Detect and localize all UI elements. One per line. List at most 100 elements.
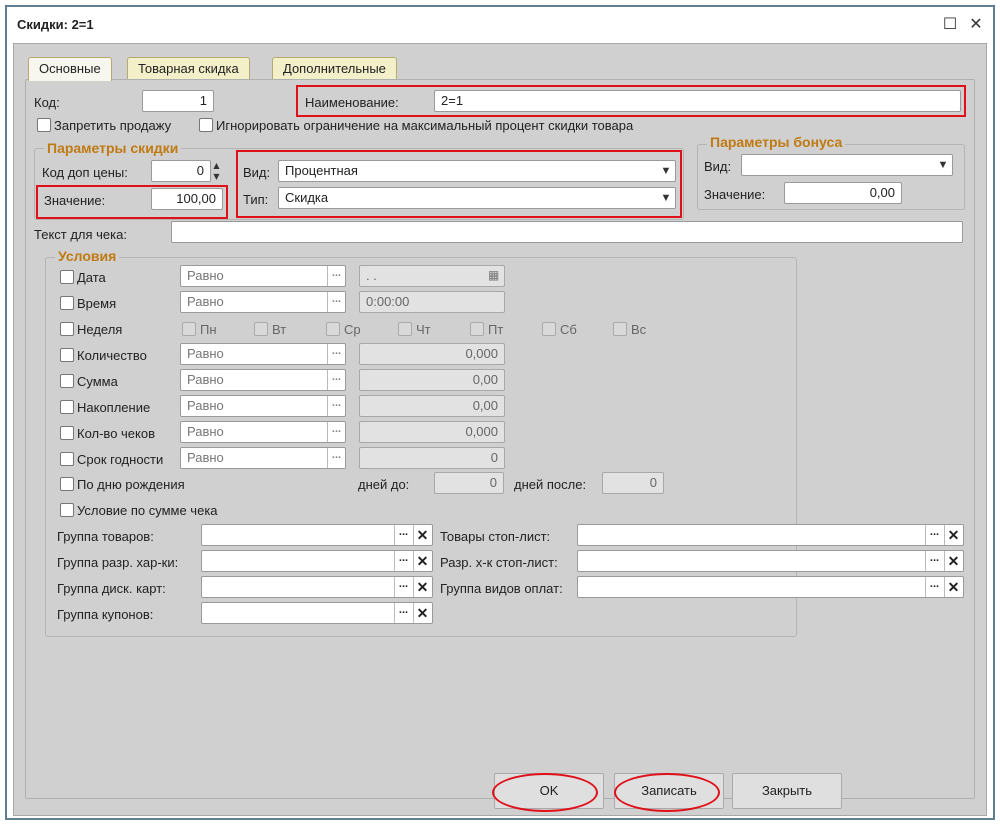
birthday-label: По дню рождения (77, 477, 185, 492)
group-label: Группа диск. карт: (57, 581, 166, 596)
weekday-checkbox[interactable] (398, 322, 412, 336)
spin-icon[interactable]: ▲ ▼ (210, 160, 223, 182)
weekday-checkbox[interactable] (326, 322, 340, 336)
weekday-label: Сб (560, 322, 577, 337)
tab-main[interactable]: Основные (28, 57, 112, 81)
condition-operator[interactable]: Равно (180, 395, 346, 417)
weekday-label: Пн (200, 322, 217, 337)
condition-checkbox[interactable] (60, 374, 74, 388)
check-text-label: Текст для чека: (34, 227, 127, 242)
bonus-params-title: Параметры бонуса (707, 134, 846, 150)
condition-checkbox[interactable] (60, 348, 74, 362)
ellipsis-icon[interactable]: ... (925, 577, 943, 597)
stoplist-field[interactable] (577, 550, 964, 572)
weekday-checkbox[interactable] (254, 322, 268, 336)
condition-value[interactable]: 0,00 (359, 395, 505, 417)
vid-label: Вид: (243, 165, 271, 180)
value-label: Значение: (44, 193, 106, 208)
bonus-value-label: Значение: (704, 187, 766, 202)
ellipsis-icon[interactable]: ... (925, 551, 943, 571)
chevron-down-icon[interactable]: ▼ (657, 189, 675, 207)
close-button[interactable]: Закрыть (732, 773, 842, 809)
condition-checkbox[interactable] (60, 270, 74, 284)
condition-label: Количество (77, 348, 147, 363)
tab-additional[interactable]: Дополнительные (272, 57, 397, 79)
days-after-field[interactable]: 0 (602, 472, 664, 494)
stoplist-field[interactable] (577, 576, 964, 598)
condition-value[interactable]: 0,000 (359, 421, 505, 443)
code-field[interactable]: 1 (142, 90, 214, 112)
condition-checkbox[interactable] (60, 400, 74, 414)
name-field[interactable]: 2=1 (434, 90, 961, 112)
birthday-checkbox[interactable] (60, 477, 74, 491)
vid-select[interactable]: Процентная (278, 160, 676, 182)
ellipsis-icon[interactable]: ... (327, 396, 345, 416)
forbid-sale-checkbox[interactable] (37, 118, 51, 132)
check-sum-checkbox[interactable] (60, 503, 74, 517)
tab-product-discount[interactable]: Товарная скидка (127, 57, 250, 79)
weekday-label: Ср (344, 322, 361, 337)
ellipsis-icon[interactable]: ... (327, 370, 345, 390)
discount-window: Скидки: 2=1 ☐ ✕ Основные Товарная скидка… (5, 5, 995, 820)
days-before-field[interactable]: 0 (434, 472, 504, 494)
chevron-down-icon[interactable]: ▼ (657, 162, 675, 180)
maximize-icon[interactable]: ☐ (939, 13, 961, 35)
condition-operator[interactable]: Равно (180, 265, 346, 287)
ellipsis-icon[interactable]: ... (394, 603, 412, 623)
check-text-field[interactable] (171, 221, 963, 243)
weekday-checkbox[interactable] (182, 322, 196, 336)
weekday-label: Вс (631, 322, 647, 337)
condition-checkbox[interactable] (60, 426, 74, 440)
condition-operator[interactable]: Равно (180, 447, 346, 469)
condition-operator[interactable]: Равно (180, 421, 346, 443)
ok-highlight (492, 773, 598, 812)
clear-icon[interactable]: ✕ (413, 603, 431, 623)
weekday-checkbox[interactable] (613, 322, 627, 336)
condition-operator[interactable]: Равно (180, 343, 346, 365)
tip-select[interactable]: Скидка (278, 187, 676, 209)
ellipsis-icon[interactable]: ... (394, 551, 412, 571)
bonus-vid-select[interactable] (741, 154, 953, 176)
condition-value[interactable]: 0,00 (359, 369, 505, 391)
clear-icon[interactable]: ✕ (413, 525, 431, 545)
stoplist-field[interactable] (577, 524, 964, 546)
clear-icon[interactable]: ✕ (944, 577, 962, 597)
clear-icon[interactable]: ✕ (944, 551, 962, 571)
price-code-field[interactable]: 0 (151, 160, 211, 182)
clear-icon[interactable]: ✕ (413, 577, 431, 597)
days-before-label: дней до: (358, 477, 410, 492)
chevron-down-icon[interactable]: ▼ (934, 156, 952, 174)
condition-operator[interactable]: Равно (180, 291, 346, 313)
condition-label: Время (77, 296, 117, 311)
clear-icon[interactable]: ✕ (413, 551, 431, 571)
ellipsis-icon[interactable]: ... (327, 292, 345, 312)
condition-checkbox[interactable] (60, 296, 74, 310)
ellipsis-icon[interactable]: ... (327, 344, 345, 364)
condition-value[interactable]: 0 (359, 447, 505, 469)
weekday-checkbox[interactable] (470, 322, 484, 336)
ellipsis-icon[interactable]: ... (327, 266, 345, 286)
condition-value[interactable]: 0,000 (359, 343, 505, 365)
week-label: Неделя (77, 322, 123, 337)
condition-value[interactable]: . . (359, 265, 505, 287)
value-field[interactable]: 100,00 (151, 188, 223, 210)
condition-value[interactable]: 0:00:00 (359, 291, 505, 313)
condition-label: Кол-во чеков (77, 426, 156, 441)
stoplist-label: Разр. х-к стоп-лист: (440, 555, 558, 570)
ignore-limit-checkbox[interactable] (199, 118, 213, 132)
week-checkbox[interactable] (60, 322, 74, 336)
condition-operator[interactable]: Равно (180, 369, 346, 391)
condition-checkbox[interactable] (60, 452, 74, 466)
name-label: Наименование: (305, 95, 399, 110)
close-icon[interactable]: ✕ (965, 13, 987, 35)
calendar-icon[interactable]: ▦ (488, 266, 504, 284)
group-label: Группа купонов: (57, 607, 154, 622)
bonus-value-field[interactable]: 0,00 (784, 182, 902, 204)
ellipsis-icon[interactable]: ... (925, 525, 943, 545)
ellipsis-icon[interactable]: ... (327, 448, 345, 468)
weekday-checkbox[interactable] (542, 322, 556, 336)
ellipsis-icon[interactable]: ... (327, 422, 345, 442)
ellipsis-icon[interactable]: ... (394, 525, 412, 545)
clear-icon[interactable]: ✕ (944, 525, 962, 545)
ellipsis-icon[interactable]: ... (394, 577, 412, 597)
